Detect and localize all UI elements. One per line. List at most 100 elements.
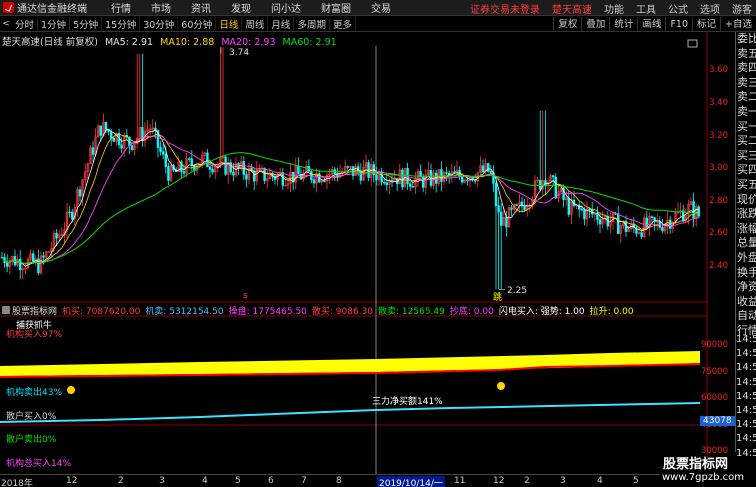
watermark-url: www.7gpzb.com <box>662 472 744 483</box>
candle-body <box>697 206 701 217</box>
side-item[interactable]: 自动 <box>736 309 756 324</box>
candle-body <box>580 208 584 211</box>
tool-add-watchlist[interactable]: +自选 <box>720 17 756 32</box>
menu-item-function[interactable]: 功能 <box>604 1 624 16</box>
candle-body <box>130 145 134 150</box>
menu-item-options[interactable]: 选项 <box>700 1 720 16</box>
inst-sell-label: 机构卖出43% <box>6 388 63 398</box>
menu-item-news[interactable]: 资讯 <box>181 0 221 15</box>
price-tick: 3.60 <box>709 65 728 75</box>
candle-body <box>190 158 193 166</box>
menu-item-trade[interactable]: 交易 <box>361 0 401 15</box>
candle-body <box>499 211 503 226</box>
kline-chart[interactable] <box>0 32 735 474</box>
inst-buy-label: 机构买入97% <box>6 330 63 340</box>
candle-body <box>13 256 17 266</box>
tick-time: 14:5 <box>736 334 756 345</box>
candle-body <box>78 189 82 197</box>
month-label: 2 <box>118 476 124 486</box>
tab-5min[interactable]: 5分钟 <box>70 17 103 31</box>
smiley-icon <box>67 386 75 394</box>
indicator-field: 操盘: 1775465.50 <box>228 306 307 317</box>
menu-item-discover[interactable]: 发现 <box>221 0 261 15</box>
side-item[interactable]: 涨跌 <box>736 207 756 222</box>
tab-monthly[interactable]: 月线 <box>268 17 295 31</box>
side-item[interactable]: 卖二 <box>736 90 756 105</box>
side-item[interactable]: 净资 <box>736 280 756 295</box>
side-item[interactable]: 涨幅 <box>736 222 756 237</box>
menu-item-formula[interactable]: 公式 <box>668 1 688 16</box>
tab-1min[interactable]: 1分钟 <box>38 17 71 31</box>
tool-adjust[interactable]: 复权 <box>553 17 581 32</box>
side-item[interactable]: 收益 <box>736 295 756 310</box>
indicator-field: 闪电买入: 强势: 1.00 <box>498 306 585 317</box>
menu-item-market[interactable]: 市场 <box>141 0 181 15</box>
side-item[interactable]: 换手 <box>736 266 756 281</box>
candle-body <box>162 151 165 155</box>
indicator-name[interactable]: 股票指标网 <box>12 304 57 317</box>
candle-body <box>107 129 110 133</box>
side-item[interactable]: 总量 <box>736 236 756 251</box>
menu-item-ask[interactable]: 问小达 <box>261 0 311 15</box>
tool-overlay[interactable]: 叠加 <box>581 17 609 32</box>
side-item[interactable]: 卖五 <box>736 47 756 62</box>
menu-item-tools[interactable]: 工具 <box>636 1 656 16</box>
side-item[interactable]: 买三 <box>736 149 756 164</box>
price-tick: 3.00 <box>709 163 728 173</box>
back-arrow-icon[interactable]: < <box>0 19 12 29</box>
period-toolbar: < 分时 1分钟 5分钟 15分钟 30分钟 60分钟 日线 周线 月线 多周期… <box>0 17 756 32</box>
side-item[interactable]: 买五 <box>736 178 756 193</box>
guest-user[interactable]: 游客 <box>732 1 752 16</box>
menu-item-quotes[interactable]: 行情 <box>101 0 141 15</box>
tab-daily[interactable]: 日线 <box>216 17 243 31</box>
signal-marker-s: s <box>243 291 248 301</box>
price-tick: 2.40 <box>709 261 728 271</box>
candle-body <box>91 147 95 155</box>
candle-body <box>242 161 245 175</box>
low-price-annotation: 2.25 <box>507 286 528 296</box>
candle-body <box>188 158 191 160</box>
ma60-value: MA60: 2.91 <box>282 37 337 48</box>
menu-item-wealth[interactable]: 财富圈 <box>311 0 361 15</box>
candle-body <box>401 169 404 188</box>
tool-f10[interactable]: F10 <box>665 17 692 32</box>
month-label: 4 <box>202 476 208 486</box>
tick-time: 14:5 <box>736 376 756 388</box>
title-bar: 通达信金融终端 行情 市场 资讯 发现 问小达 财富圈 交易 证券交易未登录 楚… <box>0 0 756 16</box>
indicator-field: 散卖: 12565.49 <box>378 306 445 317</box>
side-item[interactable]: 卖一 <box>736 105 756 120</box>
side-item[interactable]: 卖三 <box>736 76 756 91</box>
side-item[interactable]: 卖四 <box>736 61 756 76</box>
tab-multi-period[interactable]: 多周期 <box>294 17 330 31</box>
side-item[interactable]: 买二 <box>736 134 756 149</box>
tab-60min[interactable]: 60分钟 <box>178 17 217 31</box>
price-tick: 3.20 <box>709 131 728 141</box>
tool-stats[interactable]: 统计 <box>609 17 637 32</box>
watermark-title: 股票指标网 <box>663 457 729 472</box>
candle-body <box>263 167 266 181</box>
indicator-field: 散买: 9086.30 <box>311 306 374 317</box>
side-item[interactable]: 现价 <box>736 193 756 208</box>
chart-tools: 复权 叠加 统计 画线 F10 标记 +自选 <box>553 17 756 32</box>
candle-body <box>323 180 326 182</box>
tick-time: 14:5 <box>736 433 756 445</box>
tool-draw[interactable]: 画线 <box>637 17 665 32</box>
candle-body <box>494 183 498 207</box>
side-item[interactable]: 委比 <box>736 32 756 47</box>
tab-more[interactable]: 更多 <box>330 17 356 31</box>
candle-body <box>489 171 492 173</box>
side-item[interactable]: 外盘 <box>736 251 756 266</box>
tick-time: 14:5 <box>736 419 756 431</box>
tab-weekly[interactable]: 周线 <box>242 17 269 31</box>
candle-body <box>346 166 349 168</box>
side-item[interactable]: 买四 <box>736 163 756 178</box>
tab-intraday[interactable]: 分时 <box>12 17 39 31</box>
app-logo-icon <box>3 2 14 13</box>
indicator-settings-icon[interactable] <box>2 306 10 314</box>
tab-15min[interactable]: 15分钟 <box>102 17 141 31</box>
login-notice[interactable]: 证券交易未登录 <box>470 1 540 16</box>
candle-body <box>598 219 602 225</box>
tool-mark[interactable]: 标记 <box>692 17 720 32</box>
side-item[interactable]: 买一 <box>736 120 756 135</box>
tab-30min[interactable]: 30分钟 <box>140 17 179 31</box>
